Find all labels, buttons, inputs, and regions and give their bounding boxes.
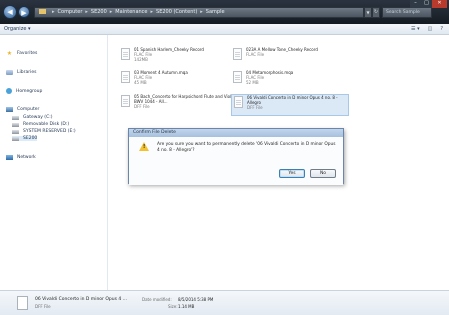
file-icon [121,71,130,83]
details-file-type: DFF File [35,304,51,309]
folder-icon [39,9,46,14]
nav-libraries-label: Libraries [17,70,37,75]
confirm-delete-dialog: Confirm File Delete ! Are you sure you w… [128,128,344,185]
nav-drive-label: SE200 [23,136,38,141]
file-item[interactable]: 04 Metamorphosis.mqa FLAC File 52 MB [231,70,349,92]
file-icon [234,96,243,108]
help-button[interactable]: ? [440,26,443,32]
refresh-button[interactable]: ↻ [372,7,380,18]
file-name: 05 Bach_Concerto for Harpsichord Flute a… [134,94,235,104]
nav-libraries[interactable]: Libraries [6,70,36,75]
details-date-value: 8/5/2014 5:38 PM [178,297,214,302]
file-icon [121,95,130,107]
drive-icon [12,136,19,141]
address-bar[interactable]: ▸ Computer ▸ SE200 ▸ Maintenance ▸ SE200 (Conte… [34,7,364,18]
homegroup-icon [6,88,12,94]
computer-icon [6,107,13,112]
file-name: 06 Vivaldi Concerto in D minor Opus 4 no… [247,95,338,105]
organize-button[interactable]: Organize ▾ [4,26,31,32]
forward-arrow-icon: ▶ [21,9,27,17]
breadcrumb-separator: ▸ [150,9,154,15]
star-icon: ★ [6,50,13,57]
nav-drive-e[interactable]: SYSTEM RESERVED (E:) [12,129,76,134]
nav-drive-c[interactable]: Gateway (C:) [12,115,52,120]
breadcrumb-separator: ▸ [52,9,55,15]
nav-favorites[interactable]: ★ Favorites [6,50,38,57]
search-input[interactable]: Search Sample [382,7,432,18]
back-button[interactable]: ◀ [3,5,17,19]
file-icon [17,296,28,310]
details-date-label: Date modified: [142,297,172,302]
breadcrumb-se200[interactable]: SE200 [91,9,107,15]
navigation-pane: ★ Favorites Libraries Homegroup Computer … [0,35,108,290]
file-type: DFF File [134,104,150,109]
nav-drive-label: Removable Disk (D:) [23,122,70,127]
nav-drive-se200[interactable]: SE200 [12,136,38,141]
dialog-message: Are you sure you want to permanently del… [157,142,336,153]
breadcrumb-separator: ▸ [200,9,203,15]
change-view-button[interactable]: ☰ ▾ [411,26,420,32]
breadcrumb-separator: ▸ [109,9,113,15]
nav-computer[interactable]: Computer [6,107,39,112]
drive-icon [12,115,19,120]
dialog-body: ! Are you sure you want to permanently d… [129,137,343,185]
maximize-button[interactable]: □ [421,0,432,8]
breadcrumb-computer[interactable]: Computer [58,9,83,15]
file-type: DFF File [247,105,263,110]
file-item-selected[interactable]: 06 Vivaldi Concerto in D minor Opus 4 no… [231,94,349,116]
nav-network[interactable]: Network [6,155,36,160]
file-item[interactable]: 05 Bach_Concerto for Harpsichord Flute a… [119,94,237,116]
address-dropdown-button[interactable]: ▼ [364,7,372,18]
file-size: 52 MB [246,80,259,85]
nav-network-label: Network [17,155,36,160]
breadcrumb-se200-content[interactable]: SE200 (Content) [156,9,197,15]
file-icon [233,71,242,83]
file-type: FLAC File [246,52,265,57]
nav-drive-label: Gateway (C:) [23,115,53,120]
file-item[interactable]: 023A A Mellow Tone_Cheeky Record FLAC Fi… [231,47,349,69]
nav-homegroup-label: Homegroup [16,88,43,94]
nav-computer-label: Computer [17,107,40,112]
no-button[interactable]: No [310,169,336,178]
file-item[interactable]: 03 Moment 4 Autumn.mqa FLAC File 45 MB [119,70,237,92]
drive-icon [12,122,19,127]
nav-favorites-label: Favorites [17,51,38,56]
drive-icon [12,129,19,134]
nav-drive-d[interactable]: Removable Disk (D:) [12,122,69,127]
details-pane: 06 Vivaldi Concerto in D minor Opus 4 ..… [0,290,449,315]
back-arrow-icon: ◀ [7,8,13,16]
warning-icon: ! [139,142,149,151]
file-icon [233,48,242,60]
details-file-name: 06 Vivaldi Concerto in D minor Opus 4 ..… [35,297,127,302]
file-item[interactable]: 01 Spanish Harlem_Cheeky Record FLAC Fil… [119,47,237,69]
file-size: 142MB [134,57,148,62]
details-size-label: Size: [168,304,178,309]
toolbar-right-group: ☰ ▾ ◫ ? [411,26,443,32]
library-icon [6,70,13,75]
command-toolbar: Organize ▾ ☰ ▾ ◫ ? [0,24,449,35]
window-controls: – □ ✕ [410,0,447,8]
close-button[interactable]: ✕ [432,0,447,8]
preview-pane-button[interactable]: ◫ [428,26,433,32]
breadcrumb-sample[interactable]: Sample [206,9,225,15]
nav-drive-label: SYSTEM RESERVED (E:) [23,129,76,134]
breadcrumb-separator: ▸ [85,9,88,15]
file-size: 45 MB [134,80,147,85]
file-icon [121,48,130,60]
minimize-button[interactable]: – [410,0,421,8]
nav-homegroup[interactable]: Homegroup [6,88,42,94]
details-size-value: 1.14 MB [178,304,195,309]
network-icon [6,155,13,160]
forward-button[interactable]: ▶ [18,6,30,18]
yes-button[interactable]: Yes [279,169,305,178]
dialog-title: Confirm File Delete [129,129,343,137]
breadcrumb-maintenance[interactable]: Maintenance [115,9,147,15]
title-bar: ◀ ▶ ▸ Computer ▸ SE200 ▸ Maintenance ▸ SE200 (C… [0,0,449,24]
